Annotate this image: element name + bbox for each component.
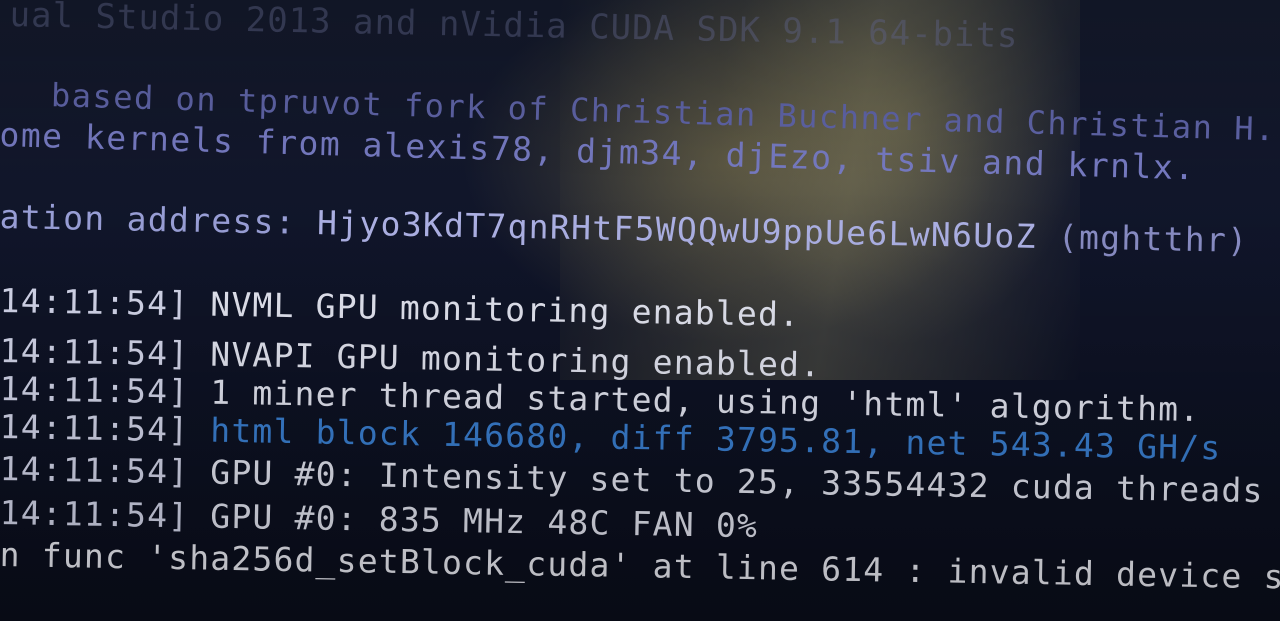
log-message: GPU #0: 835 MHz 48C FAN 0% [188, 496, 759, 546]
log-timestamp: 14:11:54] [0, 449, 190, 492]
donation-tag: (mghtthr) [1036, 216, 1249, 260]
log-timestamp: 14:11:54] [0, 493, 190, 536]
header-build-info: ual Studio 2013 and nVidia CUDA SDK 9.1 … [9, 0, 1019, 57]
log-timestamp: 14:11:54] [0, 407, 190, 450]
donation-label: ation address: [0, 197, 318, 243]
donation-line: ation address: Hjyo3KdT7qnRHtF5WQQwU9ppU… [0, 197, 1249, 260]
log-line: 14:11:54] NVML GPU monitoring enabled. [0, 281, 801, 334]
donation-address: Hjyo3KdT7qnRHtF5WQQwU9ppUe6LwN6UoZ [316, 203, 1038, 256]
log-message: NVML GPU monitoring enabled. [188, 284, 801, 334]
log-line: 14:11:54] GPU #0: 835 MHz 48C FAN 0% [0, 493, 759, 546]
terminal-screen: ual Studio 2013 and nVidia CUDA SDK 9.1 … [0, 0, 1280, 621]
log-timestamp: 14:11:54] [0, 331, 190, 374]
log-timestamp: 14:11:54] [0, 369, 190, 412]
log-timestamp: 14:11:54] [0, 281, 190, 324]
error-line: n func 'sha256d_setBlock_cuda' at line 6… [0, 535, 1280, 598]
